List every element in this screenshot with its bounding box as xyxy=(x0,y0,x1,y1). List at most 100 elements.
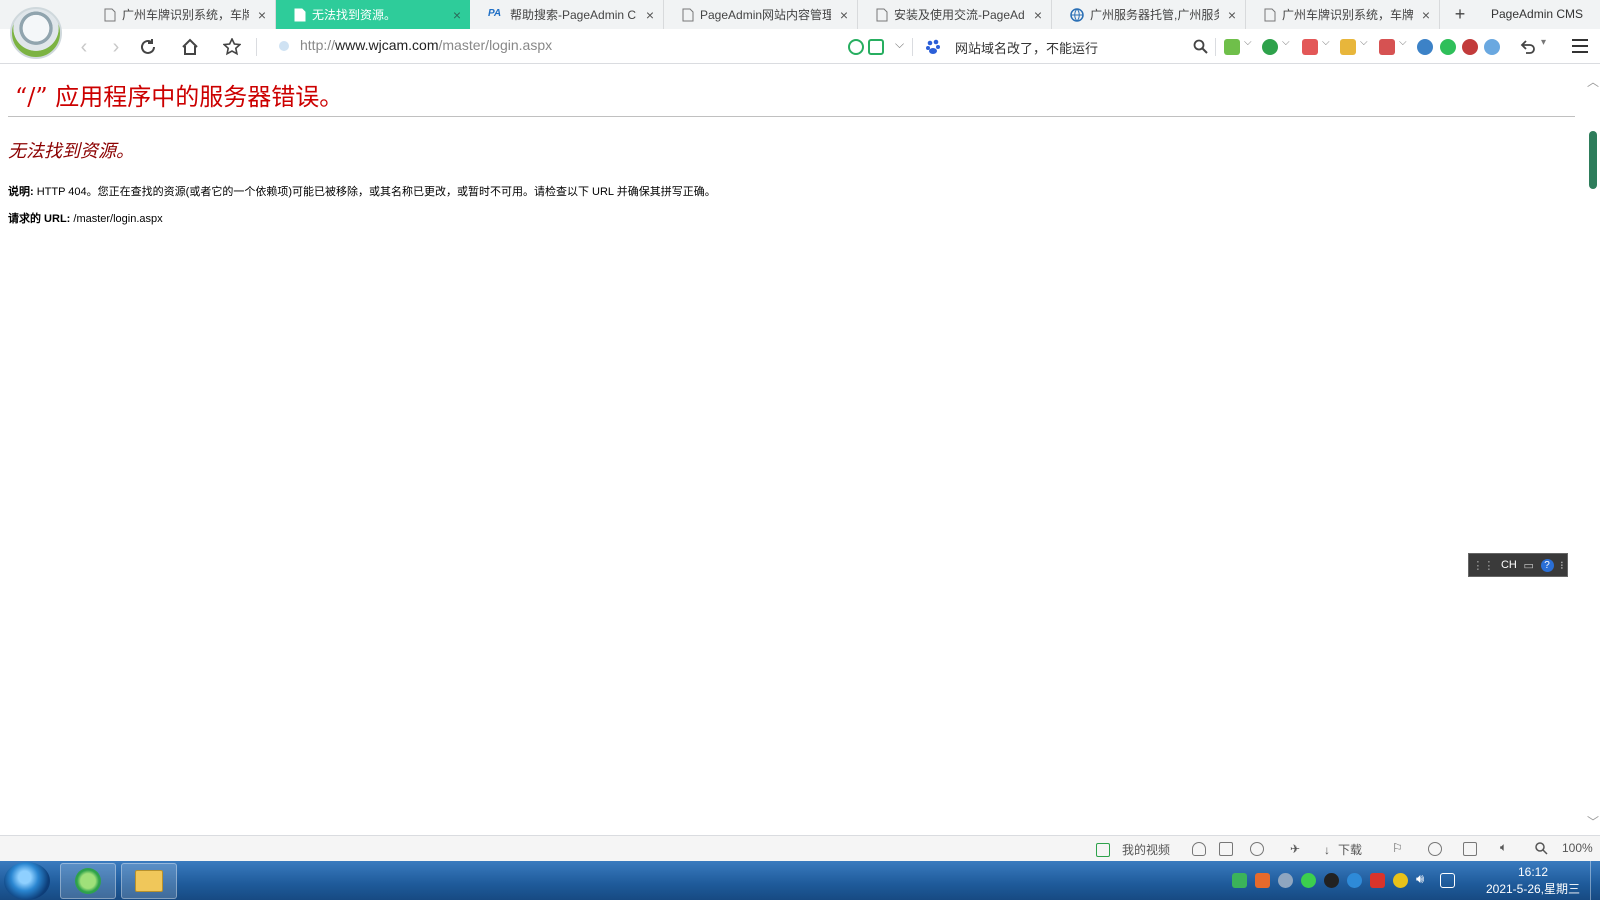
tab-title: 帮助搜索-PageAdmin CM… xyxy=(510,8,637,22)
globe-icon xyxy=(1070,7,1084,22)
requested-url-value: /master/login.aspx xyxy=(70,213,163,225)
bookmark-button[interactable] xyxy=(220,35,244,59)
undo-icon[interactable] xyxy=(1520,39,1536,55)
tray-red-app-icon[interactable] xyxy=(1370,873,1385,888)
my-video-button[interactable]: 我的视频 xyxy=(1096,841,1170,858)
windows-taskbar: 🔊︎ 16:12 2021-5-26,星期三 xyxy=(0,861,1600,900)
volume-icon[interactable]: 🔊︎ xyxy=(1416,871,1424,887)
clock-time: 16:12 xyxy=(1517,865,1549,879)
translate-icon[interactable] xyxy=(1302,39,1318,55)
ime-toolbar[interactable]: ⋮⋮ CH ▭ ? ⁝ xyxy=(1468,553,1568,577)
mail-icon[interactable] xyxy=(1379,39,1395,55)
home-button[interactable] xyxy=(178,35,202,59)
screenshot-icon[interactable] xyxy=(1340,39,1356,55)
show-desktop-button[interactable] xyxy=(1590,861,1600,900)
user-avatar[interactable] xyxy=(10,7,62,59)
tray-plus-icon[interactable] xyxy=(1393,873,1408,888)
reload-button[interactable] xyxy=(136,35,160,59)
chevron-down-icon[interactable]: ⌵ xyxy=(1322,37,1330,48)
tray-security-icon[interactable] xyxy=(1232,873,1247,888)
page-icon xyxy=(876,8,888,21)
zoom-tool-icon[interactable] xyxy=(1417,39,1433,55)
tab-7[interactable]: 广州车牌识别系统，车牌… × xyxy=(1246,0,1440,29)
download-button[interactable]: ↓ 下载 xyxy=(1324,841,1362,858)
baidu-paw-icon[interactable] xyxy=(925,39,945,55)
url-domain: www.wjcam.com xyxy=(335,37,439,53)
star-icon xyxy=(223,38,241,56)
tab-2[interactable]: 无法找到资源。 × xyxy=(276,0,470,29)
chevron-down-icon[interactable]: ⌵ xyxy=(1399,37,1407,48)
scroll-up-icon[interactable]: ︿ xyxy=(1587,73,1599,90)
search-icon[interactable] xyxy=(1193,39,1208,54)
chat-icon[interactable] xyxy=(1440,39,1456,55)
minus-circle-icon[interactable] xyxy=(1484,39,1500,55)
browser-toolbar: ‹ › http://www.wjcam.com/master/login.as… xyxy=(0,29,1600,64)
tray-network-app-icon[interactable] xyxy=(1347,873,1362,888)
keyboard-icon[interactable]: ▭ xyxy=(1523,559,1533,572)
qq-icon[interactable] xyxy=(1324,873,1339,888)
close-icon[interactable]: × xyxy=(1031,7,1045,23)
browser-engine-icon[interactable] xyxy=(1428,842,1442,856)
health-icon[interactable] xyxy=(1250,842,1264,856)
scroll-thumb[interactable] xyxy=(1589,131,1597,189)
forward-button[interactable]: › xyxy=(104,35,128,59)
my-video-label: 我的视频 xyxy=(1122,843,1171,857)
tray-app-icon[interactable] xyxy=(1255,873,1270,888)
ime-language[interactable]: CH xyxy=(1501,559,1517,571)
zoom-level[interactable]: 100% xyxy=(1562,841,1593,855)
taskbar-explorer[interactable] xyxy=(121,863,177,899)
close-icon[interactable]: × xyxy=(643,7,657,23)
zoom-icon[interactable] xyxy=(1535,842,1548,855)
vertical-scrollbar[interactable]: ︿ ﹀ xyxy=(1583,65,1600,835)
search-box[interactable]: 网站域名改了，不能运行 xyxy=(955,38,1098,57)
tab-6[interactable]: 广州服务器托管,广州服务… × xyxy=(1052,0,1246,29)
image-icon[interactable] xyxy=(1219,842,1233,856)
pin-icon[interactable]: ✈ xyxy=(1290,842,1304,856)
scroll-down-icon[interactable]: ﹀ xyxy=(1587,813,1599,830)
taskbar-browser[interactable] xyxy=(60,863,116,899)
tab-3[interactable]: PA 帮助搜索-PageAdmin CM… × xyxy=(470,0,664,29)
close-icon[interactable]: × xyxy=(1419,7,1433,23)
start-button[interactable] xyxy=(4,862,50,900)
back-button[interactable]: ‹ xyxy=(72,35,96,59)
wechat-icon[interactable] xyxy=(1301,873,1316,888)
tab-1[interactable]: 广州车牌识别系统，车牌… × xyxy=(86,0,276,29)
bluetooth-icon[interactable] xyxy=(1278,873,1293,888)
tab-bar: 广州车牌识别系统，车牌… × 无法找到资源。 × PA 帮助搜索-PageAdm… xyxy=(0,0,1600,59)
chevron-down-icon[interactable]: ▾ xyxy=(1541,37,1546,48)
pageadmin-logo-icon: PA xyxy=(488,7,502,19)
flag-icon[interactable]: ⚐ xyxy=(1392,841,1403,855)
shield-icon[interactable] xyxy=(1192,842,1206,856)
video-play-icon xyxy=(1096,842,1110,857)
system-clock[interactable]: 16:12 2021-5-26,星期三 xyxy=(1478,864,1588,898)
shield-icon[interactable] xyxy=(1262,39,1278,55)
window-icon[interactable] xyxy=(1463,842,1477,856)
close-icon[interactable]: × xyxy=(1225,7,1239,23)
new-tab-button[interactable]: + xyxy=(1450,4,1470,24)
apps-icon[interactable] xyxy=(1224,39,1240,55)
tab-5[interactable]: 安装及使用交流-PageAd… × xyxy=(858,0,1052,29)
adblock-icon[interactable] xyxy=(1462,39,1478,55)
leaf-icon[interactable] xyxy=(868,39,884,55)
tab-4[interactable]: PageAdmin网站内容管理… × xyxy=(664,0,858,29)
close-icon[interactable]: × xyxy=(255,7,269,23)
grip-icon[interactable]: ⋮⋮ xyxy=(1472,559,1494,572)
network-icon[interactable] xyxy=(1440,873,1455,888)
page-icon xyxy=(682,8,694,21)
security-icon[interactable] xyxy=(279,41,289,51)
chevron-down-icon[interactable]: ⌵ xyxy=(895,37,904,52)
options-icon[interactable]: ⁝ xyxy=(1560,559,1564,572)
help-icon[interactable]: ? xyxy=(1540,558,1554,572)
chevron-down-icon[interactable]: ⌵ xyxy=(1360,37,1368,48)
menu-icon[interactable] xyxy=(1572,39,1588,53)
error-title: “/” 应用程序中的服务器错误。 xyxy=(15,83,344,111)
tab-title: 安装及使用交流-PageAd… xyxy=(894,8,1025,22)
address-bar[interactable]: http://www.wjcam.com/master/login.aspx xyxy=(300,37,552,53)
error-subtitle: 无法找到资源。 xyxy=(8,141,134,162)
speedup-icon[interactable] xyxy=(848,39,864,55)
chevron-down-icon[interactable]: ⌵ xyxy=(1282,37,1290,48)
close-icon[interactable]: × xyxy=(450,7,464,23)
speaker-icon[interactable]: 🔈︎ xyxy=(1500,840,1507,855)
chevron-down-icon[interactable]: ⌵ xyxy=(1244,37,1252,48)
close-icon[interactable]: × xyxy=(837,7,851,23)
